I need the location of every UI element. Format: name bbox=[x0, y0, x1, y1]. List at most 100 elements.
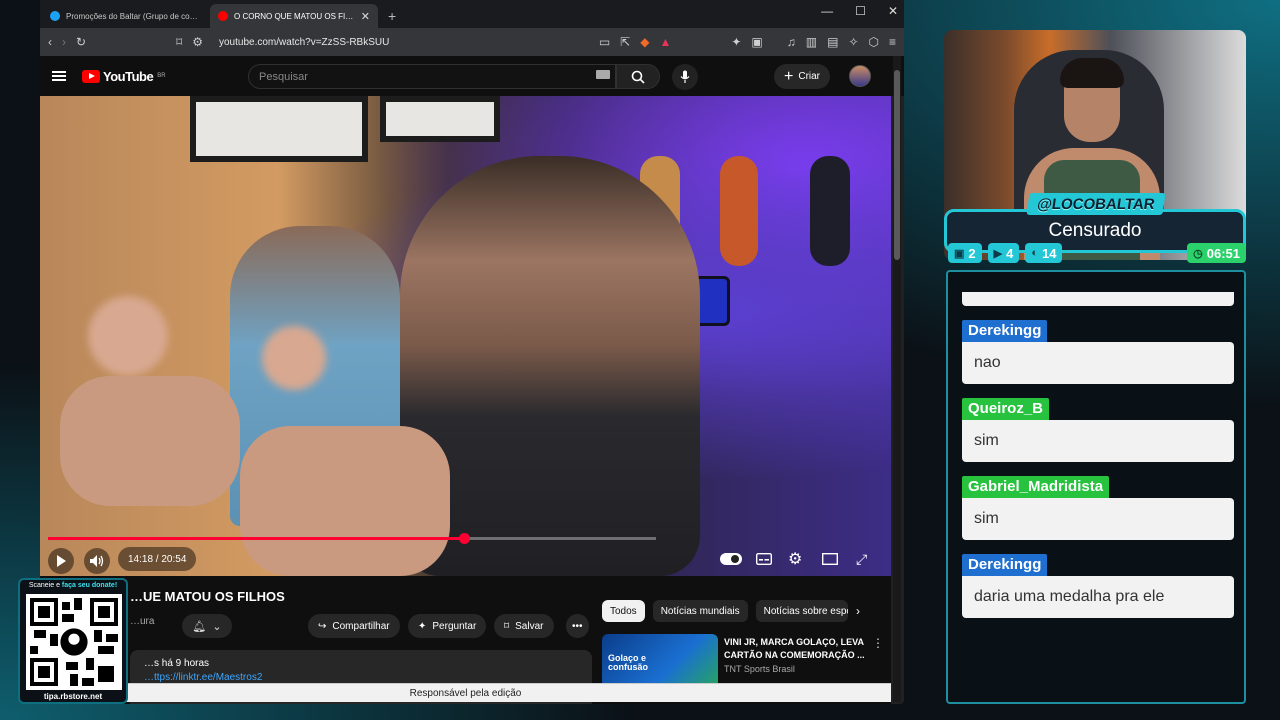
description-link[interactable]: …ttps://linktr.ee/Maestros2 bbox=[144, 672, 262, 683]
theater-mode-button[interactable] bbox=[822, 548, 838, 570]
wallet-icon[interactable]: ▤ bbox=[827, 35, 838, 49]
volume-button[interactable] bbox=[84, 548, 110, 574]
browser-window: Promoções do Baltar (Grupo de comentário… bbox=[40, 0, 904, 704]
more-actions-button[interactable]: ••• bbox=[566, 614, 589, 638]
chevron-right-icon[interactable]: › bbox=[856, 604, 860, 618]
keyboard-icon[interactable] bbox=[596, 70, 610, 79]
telegram-favicon-icon bbox=[50, 11, 60, 21]
recommended-title[interactable]: VINI JR, MARCA GOLAÇO, LEVA CARTÃO NA CO… bbox=[724, 636, 874, 662]
chip-noticias-mundiais[interactable]: Notícias mundiais bbox=[652, 600, 748, 622]
fullscreen-button[interactable]: ⤢ bbox=[856, 548, 867, 570]
bookmark-icon[interactable]: ⌑ bbox=[176, 35, 182, 49]
ask-button[interactable]: ✦ Perguntar bbox=[408, 614, 487, 638]
save-button[interactable]: ⌑ Salvar bbox=[494, 614, 554, 638]
create-button[interactable]: + Criar bbox=[774, 64, 831, 89]
back-icon[interactable]: ‹ bbox=[48, 35, 52, 49]
page-scrollbar[interactable] bbox=[893, 56, 901, 702]
streamer-name-plate: Censurado @LOCOBALTAR ▣ 2 ▶ 4 ◐ 14 ◷ 06:51 bbox=[944, 193, 1246, 269]
viewer-stats: ▣ 2 ▶ 4 ◐ 14 ◷ 06:51 bbox=[948, 243, 1246, 267]
bell-icon: 🔔︎ bbox=[192, 620, 207, 633]
sidebar-icon[interactable]: ▥ bbox=[806, 35, 817, 49]
search-icon bbox=[631, 70, 645, 84]
subtitles-button[interactable] bbox=[756, 548, 772, 570]
time-display: 14:18 / 20:54 bbox=[118, 547, 197, 571]
recommended-channel[interactable]: TNT Sports Brasil bbox=[724, 664, 795, 674]
chat-text: sim bbox=[962, 498, 1234, 540]
video-player[interactable]: 14:18 / 20:54 ⚙ ⤢ bbox=[40, 96, 891, 576]
youtube-icon: ▶ bbox=[993, 247, 1003, 260]
search-button[interactable] bbox=[616, 64, 660, 89]
progress-bar[interactable] bbox=[48, 533, 656, 544]
progress-scrubber[interactable] bbox=[458, 533, 470, 544]
chat-username: Queiroz_B bbox=[962, 398, 1050, 420]
recommendation-chips: Todos Notícias mundiais Notícias sobre e… bbox=[602, 600, 848, 622]
account-avatar[interactable] bbox=[849, 65, 871, 87]
forward-icon[interactable]: › bbox=[62, 35, 66, 49]
maximize-icon[interactable]: ☐ bbox=[855, 4, 866, 18]
youtube-play-logo-icon bbox=[82, 69, 100, 83]
chevron-down-icon: ⌄ bbox=[212, 620, 222, 633]
close-tab-icon[interactable]: ✕ bbox=[361, 10, 370, 23]
channel-name[interactable]: …ura bbox=[130, 616, 154, 627]
chip-todos[interactable]: Todos bbox=[602, 600, 645, 622]
search-input[interactable]: Pesquisar bbox=[248, 64, 616, 89]
brave-shield-icon[interactable]: ◆ bbox=[640, 35, 649, 49]
menu-icon[interactable]: ≡ bbox=[889, 35, 896, 49]
sparkle-icon: ✦ bbox=[418, 620, 427, 632]
recommended-thumbnail[interactable]: Golaço e confusão bbox=[602, 634, 718, 688]
tab-youtube[interactable]: O CORNO QUE MATOU OS FILHOS - YouTube ✕ bbox=[210, 4, 378, 28]
reload-icon[interactable]: ↻ bbox=[76, 35, 86, 49]
status-bar: Responsável pela edição bbox=[40, 683, 891, 702]
extensions-icon[interactable]: ✦ bbox=[731, 35, 741, 49]
leo-ai-icon[interactable]: ✧ bbox=[848, 35, 858, 49]
minimize-icon[interactable]: — bbox=[821, 4, 833, 18]
settings-button[interactable]: ⚙ bbox=[788, 548, 802, 570]
blurred-face bbox=[88, 296, 168, 376]
url-field[interactable]: youtube.com/watch?v=ZzSS-RBkSUU bbox=[219, 37, 589, 48]
donate-qr-panel: Scaneie e faça seu donate! tipa.rbstore.… bbox=[18, 578, 128, 704]
chat-username: Derekingg bbox=[962, 320, 1048, 342]
share-arrow-icon: ↪ bbox=[318, 620, 327, 632]
address-bar: ‹ › ↻ ⌑ ⚙ youtube.com/watch?v=ZzSS-RBkSU… bbox=[40, 28, 904, 56]
brave-rewards-icon[interactable]: ▲ bbox=[659, 35, 671, 49]
chat-message: Derekingg nao bbox=[962, 320, 1234, 384]
screenshot-icon[interactable]: ▣ bbox=[751, 35, 762, 49]
voice-search-button[interactable] bbox=[672, 64, 698, 90]
hand-right bbox=[240, 426, 450, 576]
autoplay-toggle-icon bbox=[720, 553, 742, 565]
tab-promocoes[interactable]: Promoções do Baltar (Grupo de comentário… bbox=[42, 4, 210, 28]
chip-noticias-esportes[interactable]: Notícias sobre espo bbox=[755, 600, 848, 622]
chat-text: sim bbox=[962, 420, 1234, 462]
chat-message: Derekingg daria uma medalha pra ele bbox=[962, 554, 1234, 618]
youtube-logo[interactable]: YouTube BR bbox=[82, 69, 166, 84]
recommended-more-icon[interactable]: ⋮ bbox=[872, 636, 884, 650]
wall-picture-frame bbox=[190, 96, 368, 162]
kick-icon: ◐ bbox=[1031, 247, 1038, 259]
share-icon[interactable]: ⇱ bbox=[620, 35, 630, 49]
cast-icon[interactable]: ▭ bbox=[599, 35, 610, 49]
kick-viewers: ◐ 14 bbox=[1025, 243, 1063, 263]
music-icon[interactable]: ♫ bbox=[787, 35, 796, 49]
chat-message-partial bbox=[962, 292, 1234, 306]
qr-code-image bbox=[26, 594, 122, 690]
hand-left bbox=[60, 376, 240, 506]
plus-icon: + bbox=[784, 67, 794, 85]
site-info-icon[interactable]: ⚙ bbox=[192, 35, 203, 49]
description-date: …s há 9 horas bbox=[144, 658, 210, 669]
scrollbar-thumb[interactable] bbox=[894, 70, 900, 260]
autoplay-toggle[interactable] bbox=[720, 548, 742, 570]
notification-bell-button[interactable]: 🔔︎ ⌄ bbox=[182, 614, 232, 638]
gear-icon: ⚙ bbox=[788, 551, 803, 568]
vpn-icon[interactable]: ⬡ bbox=[869, 35, 879, 49]
twitch-viewers: ▣ 2 bbox=[948, 243, 982, 263]
close-window-icon[interactable]: ✕ bbox=[888, 4, 898, 18]
bookmark-save-icon: ⌑ bbox=[504, 620, 510, 632]
hamburger-menu-icon[interactable] bbox=[52, 71, 66, 81]
chat-message: Gabriel_Madridista sim bbox=[962, 476, 1234, 540]
chat-text: daria uma medalha pra ele bbox=[962, 576, 1234, 618]
more-dots-icon: ••• bbox=[572, 620, 583, 632]
new-tab-button[interactable]: + bbox=[378, 8, 406, 28]
chat-username: Gabriel_Madridista bbox=[962, 476, 1110, 498]
share-button[interactable]: ↪ Compartilhar bbox=[308, 614, 400, 638]
play-button[interactable] bbox=[48, 548, 74, 574]
